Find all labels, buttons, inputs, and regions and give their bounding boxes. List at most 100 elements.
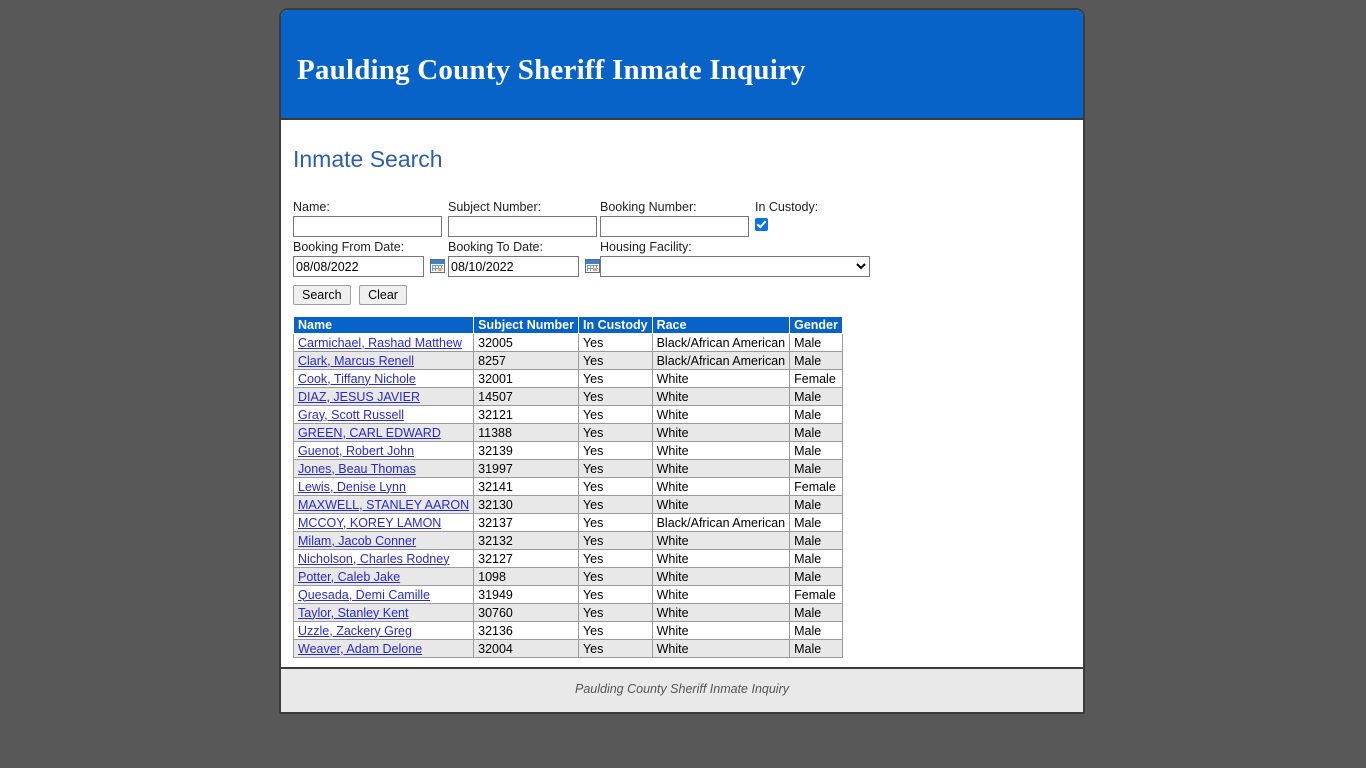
booking-to-date-label: Booking To Date: — [448, 240, 543, 254]
cell-in-custody: Yes — [577, 369, 653, 388]
table-row: Taylor, Stanley Kent 30760 Yes White Male — [292, 603, 843, 622]
column-header-name[interactable]: Name — [292, 316, 475, 334]
cell-subject-number: 32004 — [473, 639, 579, 658]
page-container: Paulding County Sheriff Inmate Inquiry I… — [279, 8, 1085, 714]
cell-in-custody: Yes — [577, 549, 653, 568]
table-row: Weaver, Adam Delone 32004 Yes White Male — [292, 639, 843, 658]
name-input[interactable] — [293, 216, 442, 237]
subject-number-input[interactable] — [448, 216, 597, 237]
table-row: Nicholson, Charles Rodney 32127 Yes White Ma… — [292, 549, 843, 568]
cell-name: Nicholson, Charles Rodney — [292, 549, 475, 568]
booking-from-date-wrapper — [293, 256, 446, 277]
cell-gender: Male — [789, 531, 843, 550]
table-row: GREEN, CARL EDWARD 11388 Yes White Male — [292, 423, 843, 442]
cell-in-custody: Yes — [577, 639, 653, 658]
in-custody-checkbox[interactable] — [755, 218, 768, 231]
results-header-row: Name Subject Number In Custody Race Gend… — [292, 316, 843, 334]
cell-race: White — [651, 387, 791, 406]
inmate-name-link[interactable]: GREEN, CARL EDWARD — [298, 426, 441, 440]
cell-name: Gray, Scott Russell — [292, 405, 475, 424]
column-header-race[interactable]: Race — [651, 316, 791, 334]
table-row: Lewis, Denise Lynn 32141 Yes White Female — [292, 477, 843, 496]
cell-subject-number: 1098 — [473, 567, 579, 586]
cell-gender: Male — [789, 513, 843, 532]
cell-gender: Male — [789, 333, 843, 352]
cell-race: Black/African American — [651, 513, 791, 532]
cell-race: White — [651, 369, 791, 388]
cell-gender: Male — [789, 387, 843, 406]
table-row: MAXWELL, STANLEY AARON 32130 Yes White Male — [292, 495, 843, 514]
cell-gender: Male — [789, 459, 843, 478]
search-form-row-2: Booking From Date: Booking To Date: — [293, 240, 1063, 282]
table-row: Potter, Caleb Jake 1098 Yes White Male — [292, 567, 843, 586]
inmate-name-link[interactable]: Guenot, Robert John — [298, 444, 414, 458]
search-form-row-1: Name: Subject Number: Booking Number: In… — [293, 200, 1063, 240]
cell-in-custody: Yes — [577, 567, 653, 586]
inmate-name-link[interactable]: Lewis, Denise Lynn — [298, 480, 406, 494]
calendar-icon[interactable] — [585, 259, 601, 274]
inmate-name-link[interactable]: MCCOY, KOREY LAMON — [298, 516, 441, 530]
cell-gender: Male — [789, 603, 843, 622]
column-header-gender[interactable]: Gender — [789, 316, 843, 334]
column-header-subject-number[interactable]: Subject Number — [473, 316, 579, 334]
housing-facility-field-group: Housing Facility: — [600, 240, 870, 277]
clear-button[interactable]: Clear — [359, 285, 407, 305]
results-table-container: Name Subject Number In Custody Race Gend… — [292, 316, 843, 658]
column-header-in-custody[interactable]: In Custody — [577, 316, 653, 334]
cell-name: Taylor, Stanley Kent — [292, 603, 475, 622]
subject-number-label: Subject Number: — [448, 200, 542, 214]
housing-facility-label: Housing Facility: — [600, 240, 692, 254]
inmate-name-link[interactable]: Uzzle, Zackery Greg — [298, 624, 412, 638]
cell-race: White — [651, 459, 791, 478]
calendar-icon[interactable] — [430, 259, 446, 274]
booking-from-date-input[interactable] — [293, 256, 424, 277]
inmate-name-link[interactable]: DIAZ, JESUS JAVIER — [298, 390, 420, 404]
cell-in-custody: Yes — [577, 603, 653, 622]
booking-from-date-label: Booking From Date: — [293, 240, 405, 254]
cell-in-custody: Yes — [577, 333, 653, 352]
results-table-body: Carmichael, Rashad Matthew 32005 Yes Black/… — [292, 333, 843, 658]
cell-name: GREEN, CARL EDWARD — [292, 423, 475, 442]
inmate-name-link[interactable]: Clark, Marcus Renell — [298, 354, 414, 368]
booking-number-input[interactable] — [600, 216, 749, 237]
table-row: Carmichael, Rashad Matthew 32005 Yes Black/… — [292, 333, 843, 352]
table-row: Quesada, Demi Camille 31949 Yes White Female — [292, 585, 843, 604]
booking-to-date-field-group: Booking To Date: — [448, 240, 601, 277]
cell-race: White — [651, 549, 791, 568]
inmate-results-table: Name Subject Number In Custody Race Gend… — [292, 316, 843, 658]
search-button[interactable]: Search — [293, 285, 351, 305]
cell-race: White — [651, 585, 791, 604]
inmate-name-link[interactable]: Nicholson, Charles Rodney — [298, 552, 449, 566]
inmate-name-link[interactable]: MAXWELL, STANLEY AARON — [298, 498, 469, 512]
booking-number-label: Booking Number: — [600, 200, 697, 214]
cell-subject-number: 32139 — [473, 441, 579, 460]
inmate-name-link[interactable]: Carmichael, Rashad Matthew — [298, 336, 462, 350]
cell-race: White — [651, 495, 791, 514]
cell-race: White — [651, 441, 791, 460]
inmate-name-link[interactable]: Quesada, Demi Camille — [298, 588, 430, 602]
cell-gender: Male — [789, 567, 843, 586]
cell-race: Black/African American — [651, 351, 791, 370]
inmate-name-link[interactable]: Weaver, Adam Delone — [298, 642, 422, 656]
inmate-name-link[interactable]: Milam, Jacob Conner — [298, 534, 416, 548]
inmate-name-link[interactable]: Taylor, Stanley Kent — [298, 606, 408, 620]
cell-in-custody: Yes — [577, 531, 653, 550]
inmate-name-link[interactable]: Cook, Tiffany Nichole — [298, 372, 416, 386]
cell-subject-number: 31949 — [473, 585, 579, 604]
inmate-name-link[interactable]: Potter, Caleb Jake — [298, 570, 400, 584]
table-row: Uzzle, Zackery Greg 32136 Yes White Male — [292, 621, 843, 640]
cell-name: Carmichael, Rashad Matthew — [292, 333, 475, 352]
page-title: Paulding County Sheriff Inmate Inquiry — [297, 54, 806, 86]
cell-in-custody: Yes — [577, 477, 653, 496]
cell-name: DIAZ, JESUS JAVIER — [292, 387, 475, 406]
cell-subject-number: 11388 — [473, 423, 579, 442]
cell-race: White — [651, 405, 791, 424]
booking-to-date-input[interactable] — [448, 256, 579, 277]
cell-subject-number: 32141 — [473, 477, 579, 496]
inmate-search-form: Name: Subject Number: Booking Number: In… — [293, 200, 1063, 282]
housing-facility-select[interactable] — [600, 256, 870, 277]
cell-gender: Male — [789, 639, 843, 658]
inmate-name-link[interactable]: Gray, Scott Russell — [298, 408, 404, 422]
table-row: Cook, Tiffany Nichole 32001 Yes White Female — [292, 369, 843, 388]
inmate-name-link[interactable]: Jones, Beau Thomas — [298, 462, 416, 476]
